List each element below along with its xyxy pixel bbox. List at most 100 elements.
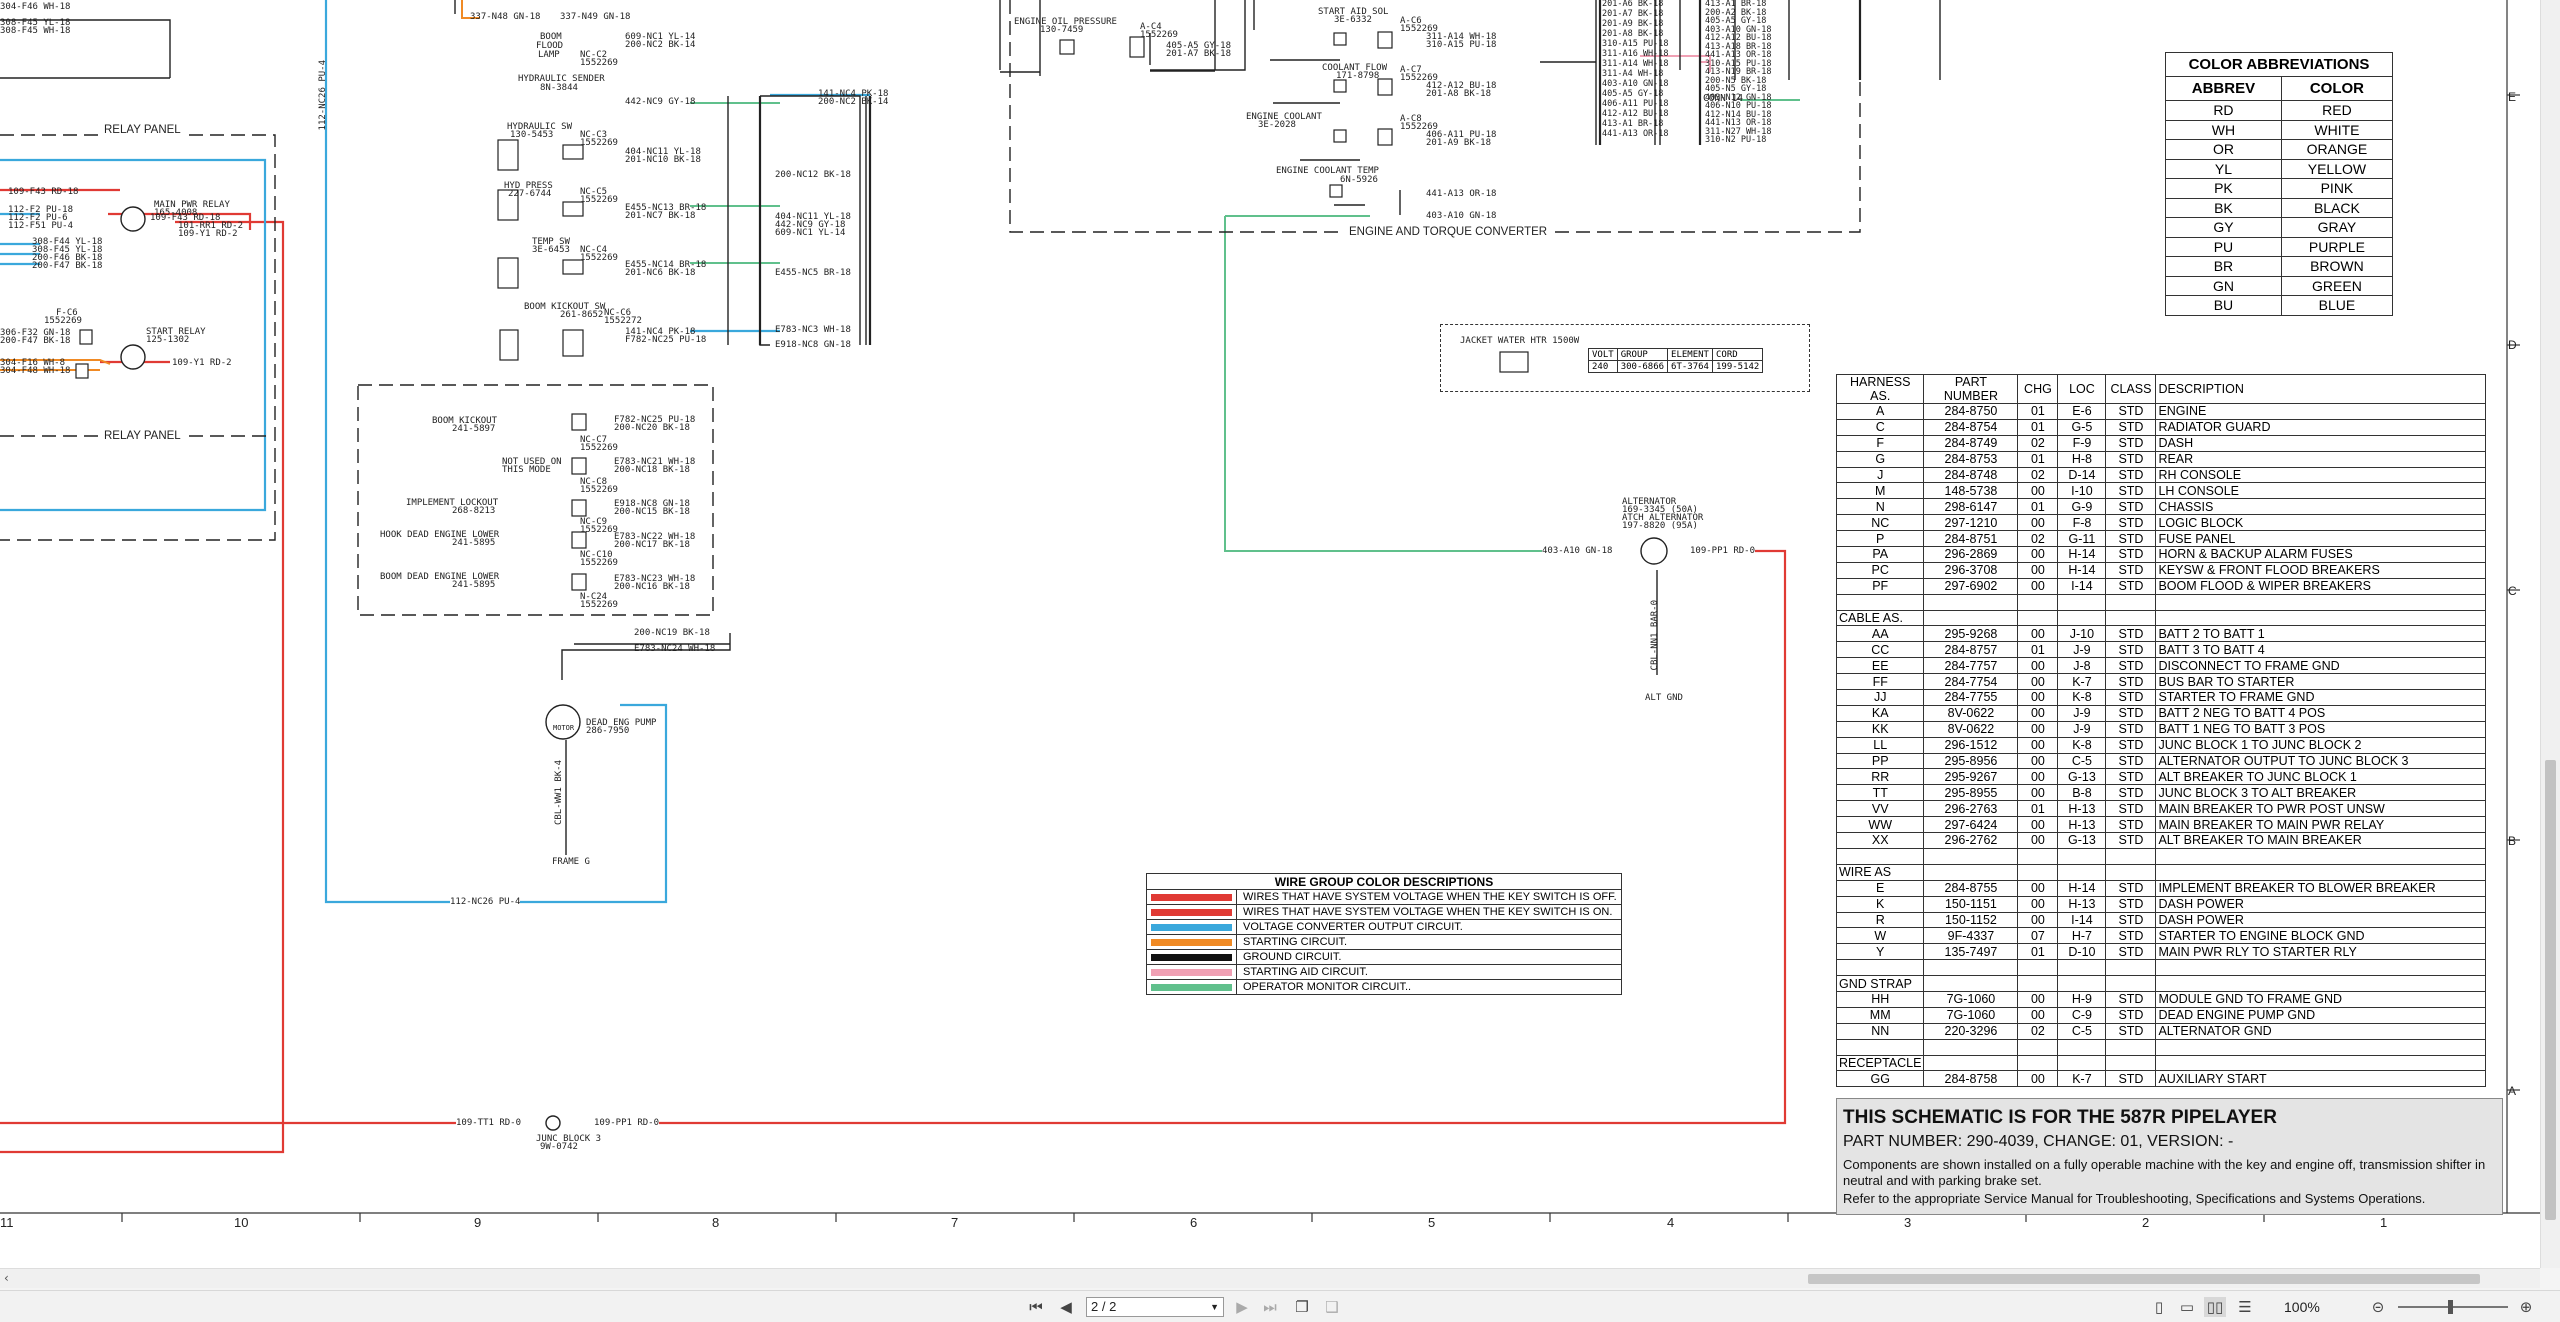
view-mode-icon[interactable]: ❐ — [1290, 1297, 1314, 1317]
vertical-scroll-thumb[interactable] — [2545, 760, 2556, 1220]
table-cell: 284-7755 — [1923, 689, 2019, 706]
ruler-number: 2 — [2142, 1215, 2150, 1230]
zoom-out-icon[interactable]: ⊝ — [2368, 1297, 2388, 1317]
wire-label: 201-A7 BK-18 — [1602, 9, 1664, 19]
harness-section-row: CABLE AS. — [1835, 609, 2486, 627]
two-page-continuous-icon[interactable]: ☰ — [2234, 1297, 2256, 1317]
schematic-title: THIS SCHEMATIC IS FOR THE 587R PIPELAYER — [1843, 1107, 2277, 1128]
table-cell: TT — [1835, 784, 1925, 802]
ruler-number: 11 — [0, 1215, 14, 1230]
table-cell: G-9 — [2057, 498, 2107, 516]
previous-page-icon[interactable]: ◀ — [1056, 1297, 1076, 1317]
table-cell: BUS BAR TO STARTER — [2155, 673, 2486, 691]
color-abbrev-code: PK — [2165, 178, 2282, 199]
wire-group-description: WIRES THAT HAVE SYSTEM VOLTAGE WHEN THE … — [1236, 889, 1622, 905]
jacket-water-label: JACKET WATER HTR 1500W — [1460, 336, 1580, 346]
table-row: KA 8V-0622 00 J-9 STD BATT 2 NEG TO BATT 4 PO… — [1835, 704, 2486, 722]
table-row: J 284-8748 02 D-14 STD RH CONSOLE — [1835, 466, 2486, 484]
table-cell: STD — [2105, 561, 2157, 579]
harness-section-row: RECEPTACLE — [1835, 1054, 2486, 1072]
zoom-slider-knob[interactable] — [2448, 1300, 2453, 1314]
wire-label: 310-N2 PU-18 — [1705, 135, 1767, 145]
table-cell — [2057, 609, 2107, 627]
table-cell: STD — [2105, 784, 2157, 802]
table-cell: REAR — [2155, 450, 2486, 468]
table-cell: 00 — [2017, 673, 2059, 691]
jw-header: CORD — [1711, 348, 1764, 361]
continuous-page-icon[interactable]: ▭ — [2176, 1297, 2198, 1317]
table-cell: K-7 — [2057, 1070, 2107, 1088]
table-cell: J-9 — [2057, 641, 2107, 659]
table-cell: DASH POWER — [2155, 911, 2486, 929]
table-cell: 284-8755 — [1923, 879, 2019, 897]
wire-label: 442-NC9 GY-18 — [625, 97, 696, 107]
junc-block3-pn: 9W-0742 — [540, 1142, 578, 1152]
harness-header: LOC — [2057, 374, 2107, 404]
table-cell: 00 — [2017, 784, 2059, 802]
color-abbrev-code: BU — [2165, 295, 2282, 316]
table-cell: STD — [2105, 768, 2157, 786]
horizontal-scroll-thumb[interactable] — [1808, 1274, 2480, 1284]
compare-view-icon[interactable]: ❑ — [1320, 1297, 1344, 1317]
table-row: FF 284-7754 00 K-7 STD BUS BAR TO STARTER — [1835, 673, 2486, 691]
table-cell: LH CONSOLE — [2155, 482, 2486, 500]
horizontal-scrollbar[interactable]: ‹ — [0, 1268, 2540, 1288]
wire-label: 200-F47 BK-18 — [0, 336, 71, 346]
table-cell: XX — [1835, 832, 1925, 849]
table-row: CC 284-8757 01 J-9 STD BATT 3 TO BATT 4 — [1835, 641, 2486, 659]
wire-group-row: WIRES THAT HAVE SYSTEM VOLTAGE WHEN THE … — [1146, 904, 1622, 920]
table-cell — [2155, 609, 2486, 627]
table-cell — [1923, 975, 2019, 992]
table-spacer-row — [1835, 593, 2486, 611]
page-dropdown-icon[interactable]: ▼ — [1210, 1298, 1219, 1316]
table-cell: H-14 — [2057, 879, 2107, 897]
table-row: E 284-8755 00 H-14 STD IMPLEMENT BREAKER TO B… — [1835, 879, 2486, 897]
zoom-level[interactable]: 100% — [2284, 1299, 2320, 1315]
zoom-slider[interactable] — [2398, 1306, 2508, 1308]
scroll-left-arrow-icon[interactable]: ‹ — [4, 1271, 9, 1285]
table-cell: STD — [2105, 466, 2157, 484]
jacket-water-table: VOLT GROUP ELEMENT CORD 240 300-6866 6T-… — [1588, 348, 1764, 373]
table-cell: K-8 — [2057, 736, 2107, 754]
table-cell: STD — [2105, 704, 2157, 722]
table-row: PA 296-2869 00 H-14 STD HORN & BACKUP ALARM F… — [1835, 546, 2486, 563]
wire-label: 441-A13 OR-18 — [1426, 189, 1497, 199]
wire-label: 200-NC17 BK-18 — [614, 540, 690, 550]
last-page-icon[interactable]: ⏭ — [1260, 1297, 1280, 1317]
table-cell — [2017, 1038, 2059, 1056]
table-cell — [1923, 847, 2019, 865]
color-abbrev-code: RD — [2165, 100, 2282, 121]
table-cell: 00 — [2017, 736, 2059, 754]
two-page-icon[interactable]: ▯▯ — [2204, 1297, 2226, 1317]
wire-label: E455-NC5 BR-18 — [775, 268, 851, 278]
wire-label: E783-NC3 WH-18 — [775, 325, 851, 335]
table-cell — [2105, 593, 2157, 611]
table-cell: STD — [2105, 1070, 2157, 1088]
color-abbreviations-table: COLOR ABBREVIATIONS ABBREV COLOR RD RED WH W… — [2165, 52, 2394, 316]
temp-sw-pn: 3E-6453 — [532, 245, 570, 255]
next-page-icon[interactable]: ▶ — [1232, 1297, 1252, 1317]
vertical-scrollbar[interactable] — [2540, 0, 2560, 1268]
table-cell: DASH — [2155, 434, 2486, 452]
table-cell: 8V-0622 — [1923, 704, 2019, 722]
table-cell: K — [1835, 895, 1925, 913]
nc-c10-pn: 1552269 — [580, 558, 618, 568]
wire-label: 109-TT1 RD-0 — [456, 1118, 522, 1129]
harness-header: HARNESS AS. — [1835, 374, 1925, 404]
first-page-icon[interactable]: ⏮ — [1026, 1297, 1046, 1317]
table-cell — [2017, 1054, 2059, 1072]
single-page-icon[interactable]: ▯ — [2148, 1297, 2170, 1317]
table-cell: IMPLEMENT BREAKER TO BLOWER BREAKER — [2155, 879, 2486, 897]
viewer-toolbar: ⏮ ◀ 2 / 2 ▼ ▶ ⏭ ❐ ❑ ▯ ▭ ▯▯ ☰ 100% ⊝ ⊕ — [0, 1290, 2560, 1322]
page-number-input[interactable]: 2 / 2 ▼ — [1086, 1297, 1224, 1317]
ruler-letter: C — [2508, 584, 2517, 598]
table-cell: H-13 — [2057, 895, 2107, 913]
wire-label: 112-NC26 PU-4 — [318, 60, 328, 131]
table-cell — [2057, 959, 2107, 977]
zoom-in-icon[interactable]: ⊕ — [2516, 1297, 2536, 1317]
wire-label: 311-A14 WH-18 — [1602, 59, 1669, 69]
color-abbrev-code: YL — [2165, 158, 2282, 179]
jw-cell: 300-6866 — [1616, 360, 1669, 373]
table-cell: W — [1835, 927, 1925, 945]
table-row: A 284-8750 01 E-6 STD ENGINE — [1835, 403, 2486, 420]
